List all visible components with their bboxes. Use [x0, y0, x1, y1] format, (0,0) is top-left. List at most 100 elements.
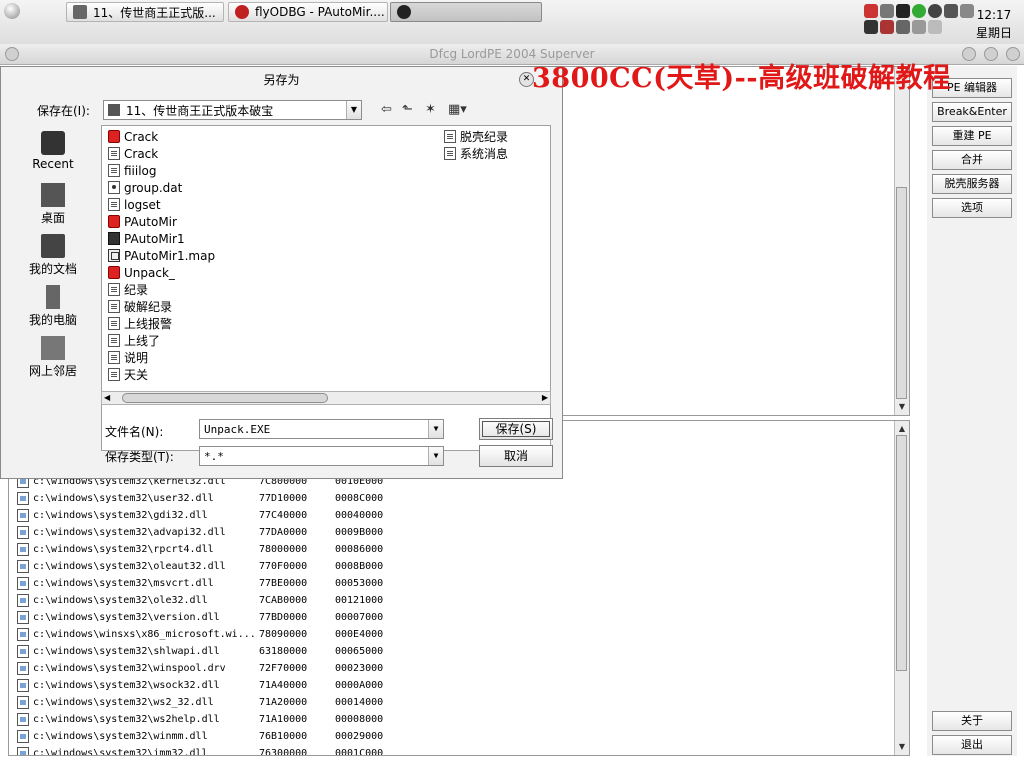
module-row[interactable]: c:\windows\system32\user32.dll 77D10000 00… [17, 490, 415, 507]
file-item[interactable]: group.dat [108, 179, 182, 196]
update-icon[interactable] [912, 4, 926, 18]
cancel-button[interactable]: 取消 [479, 445, 553, 467]
web-icon[interactable] [928, 4, 942, 18]
break-enter-button[interactable]: Break&Enter [932, 102, 1012, 122]
network-icon[interactable] [864, 4, 878, 18]
scroll-down-icon[interactable]: ▼ [895, 401, 909, 413]
place-my-computer[interactable]: 我的电脑 [25, 285, 81, 328]
module-path: c:\windows\winsxs\x86_microsoft.wi... [33, 629, 256, 640]
task-button-folder[interactable]: 11、传世商王正式版... [66, 2, 224, 22]
up-folder-icon[interactable]: ⬑ [402, 101, 413, 119]
file-item[interactable]: 天关 [108, 366, 148, 383]
module-row[interactable]: c:\windows\system32\wsock32.dll 71A40000 0… [17, 677, 415, 694]
file-item[interactable]: 上线报警 [108, 315, 172, 332]
scroll-thumb[interactable] [896, 435, 907, 671]
scroll-thumb[interactable] [896, 187, 907, 399]
file-item[interactable]: 破解纪录 [108, 298, 172, 315]
file-name: logset [124, 197, 161, 212]
module-list-scrollbar[interactable]: ▲ ▼ [894, 421, 909, 755]
file-item[interactable]: Crack [108, 145, 158, 162]
volume-icon[interactable] [896, 20, 910, 34]
module-row[interactable]: c:\windows\system32\advapi32.dll 77DA0000… [17, 524, 415, 541]
place-recent[interactable]: Recent [25, 131, 81, 171]
module-row[interactable]: c:\windows\system32\imm32.dll 76300000 000… [17, 745, 415, 755]
file-item[interactable]: PAutoMir1.map [108, 247, 215, 264]
task-button-lordpe[interactable] [390, 2, 542, 22]
maximize-icon[interactable] [984, 47, 998, 61]
place-desktop[interactable]: 桌面 [25, 183, 81, 226]
file-item[interactable]: 纪录 [108, 281, 148, 298]
merge-button[interactable]: 合并 [932, 150, 1012, 170]
view-menu-icon[interactable]: ▦▾ [448, 101, 467, 119]
process-list-scrollbar[interactable]: ▼ [894, 67, 909, 415]
minimize-icon[interactable] [962, 47, 976, 61]
scroll-left-icon[interactable]: ◀ [104, 392, 110, 404]
window-menu-icon[interactable] [5, 47, 19, 61]
chevron-down-icon[interactable]: ▼ [428, 447, 443, 465]
task-button-ollydbg[interactable]: flyODBG - PAutoMir.... [228, 2, 388, 22]
dumper-server-button[interactable]: 脱壳服务器 [932, 174, 1012, 194]
file-list-hscrollbar[interactable]: ◀ ▶ [101, 391, 551, 405]
back-icon[interactable]: ⇦ [381, 101, 392, 119]
file-item[interactable]: 系统消息 [444, 145, 508, 162]
filetype-select[interactable]: *.* ▼ [199, 446, 444, 466]
place-network[interactable]: 网上邻居 [25, 336, 81, 379]
module-row[interactable]: c:\windows\system32\gdi32.dll 77C40000 000… [17, 507, 415, 524]
monitor-icon[interactable] [880, 4, 894, 18]
file-item[interactable]: 脱壳纪录 [444, 128, 508, 145]
play-icon[interactable] [896, 4, 910, 18]
module-path: c:\windows\system32\winspool.drv [33, 663, 226, 674]
scroll-thumb[interactable] [122, 393, 328, 403]
exit-button[interactable]: 退出 [932, 735, 1012, 755]
rebuild-pe-button[interactable]: 重建 PE [932, 126, 1012, 146]
file-item[interactable]: 说明 [108, 349, 148, 366]
module-row[interactable]: c:\windows\system32\msvcrt.dll 77BE0000 00… [17, 575, 415, 592]
window-icon[interactable] [960, 4, 974, 18]
file-item[interactable]: Crack [108, 128, 158, 145]
file-dat-icon [108, 181, 120, 194]
save-button[interactable]: 保存(S) [479, 418, 553, 440]
file-item[interactable]: logset [108, 196, 161, 213]
input-method-icon[interactable] [864, 20, 878, 34]
new-folder-icon[interactable]: ✶ [425, 101, 436, 119]
keyboard-icon[interactable] [880, 20, 894, 34]
clock[interactable]: 12:17 星期日 [976, 6, 1012, 42]
chat-icon[interactable] [912, 20, 926, 34]
module-row[interactable]: c:\windows\system32\winmm.dll 76B10000 000… [17, 728, 415, 745]
scroll-up-icon[interactable]: ▲ [895, 423, 909, 435]
module-row[interactable]: c:\windows\system32\ws2_32.dll 71A20000 00… [17, 694, 415, 711]
module-row[interactable]: c:\windows\system32\oleaut32.dll 770F0000… [17, 558, 415, 575]
about-button[interactable]: 关于 [932, 711, 1012, 731]
module-path: c:\windows\system32\rpcrt4.dll [33, 544, 214, 555]
file-item[interactable]: PAutoMir1 [108, 230, 185, 247]
close-icon[interactable] [1006, 47, 1020, 61]
module-row[interactable]: c:\windows\system32\shlwapi.dll 63180000 0… [17, 643, 415, 660]
module-size: 0008B000 [335, 561, 384, 572]
filename-input[interactable]: Unpack.EXE ▼ [199, 419, 444, 439]
module-row[interactable]: c:\windows\winsxs\x86_microsoft.wi... 780… [17, 626, 415, 643]
module-row[interactable]: c:\windows\system32\ole32.dll 7CAB0000 001… [17, 592, 415, 609]
file-item[interactable]: Unpack_ [108, 264, 175, 281]
save-in-combo[interactable]: 11、传世商王正式版本破宝 ▼ [103, 100, 362, 120]
module-row[interactable]: c:\windows\system32\winspool.drv 72F70000… [17, 660, 415, 677]
module-row[interactable]: c:\windows\system32\rpcrt4.dll 78000000 00… [17, 541, 415, 558]
file-name: 脱壳纪录 [460, 130, 509, 144]
dll-file-icon [17, 509, 29, 522]
system-logo-icon[interactable] [4, 3, 20, 19]
scroll-down-icon[interactable]: ▼ [895, 741, 909, 753]
module-size: 00023000 [335, 663, 384, 674]
scroll-right-icon[interactable]: ▶ [542, 392, 548, 404]
chevron-down-icon[interactable]: ▼ [346, 101, 361, 119]
place-my-documents[interactable]: 我的文档 [25, 234, 81, 277]
file-name: PAutoMir1 [124, 231, 185, 246]
file-item[interactable]: PAutoMir [108, 213, 177, 230]
file-item[interactable]: 上线了 [108, 332, 160, 349]
module-row[interactable]: c:\windows\system32\ws2help.dll 71A10000 0… [17, 711, 415, 728]
file-name: Crack [124, 146, 159, 161]
module-row[interactable]: c:\windows\system32\version.dll 77BD0000 0… [17, 609, 415, 626]
shield-icon[interactable] [944, 4, 958, 18]
chevron-down-icon[interactable]: ▼ [428, 420, 443, 438]
tools-icon[interactable] [928, 20, 942, 34]
file-item[interactable]: fiiilog [108, 162, 157, 179]
options-button[interactable]: 选项 [932, 198, 1012, 218]
